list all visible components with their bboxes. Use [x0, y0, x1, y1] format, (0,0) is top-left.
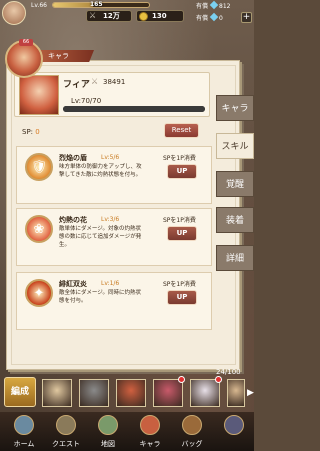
gem-icon: [209, 0, 219, 10]
player-level: Lv.66: [31, 2, 47, 9]
bag-icon: [182, 415, 202, 435]
gold-display: 130: [136, 10, 184, 22]
flower-skill-icon: ❀: [25, 215, 53, 243]
skill-name: 烈焔の盾: [59, 154, 87, 162]
paid-label: 有償: [196, 3, 209, 10]
skill-level: Lv:1/6: [101, 280, 120, 287]
notification-dot: [178, 376, 185, 383]
notification-dot: [215, 376, 222, 383]
stamina-value: 12万: [103, 12, 120, 20]
sp-display: SP: 0: [22, 128, 40, 136]
header-level-badge: 66: [19, 39, 33, 46]
reset-button[interactable]: Reset: [164, 123, 199, 138]
roster-character-thumb[interactable]: [42, 379, 72, 407]
gem-icon: [209, 12, 219, 22]
roster-character-thumb[interactable]: [190, 376, 222, 407]
skill-up-button[interactable]: UP: [167, 290, 197, 305]
nav-home[interactable]: ホーム: [4, 412, 44, 451]
skill-description: 敵全体にダメージ。同時に灼熱状態を付与。: [59, 290, 142, 304]
sp-value: 0: [35, 128, 40, 136]
paid-currency: 有償 812: [196, 0, 244, 12]
skill-cost: SPを1P消費: [163, 281, 196, 288]
nav-bag[interactable]: バッグ: [172, 412, 212, 451]
formation-button[interactable]: 編成: [4, 377, 36, 407]
character-card: フィア ⚔ 38491 Lv:70/70: [14, 72, 210, 117]
nav-label: キャラ: [139, 440, 161, 448]
flame-skill-icon: ✦: [25, 279, 53, 307]
level-bar: [63, 106, 205, 112]
skill-up-button[interactable]: UP: [167, 164, 197, 179]
coin-icon: [139, 12, 148, 21]
nav-label: ホーム: [13, 440, 35, 448]
header-name-ribbon: キャラ: [34, 50, 94, 62]
nav-label: クエスト: [52, 440, 80, 448]
swords-icon: ⚔: [89, 11, 97, 20]
player-avatar[interactable]: [2, 1, 26, 25]
skill-up-button[interactable]: UP: [167, 226, 197, 241]
character-level: Lv:70/70: [71, 97, 102, 105]
more-icon: [224, 415, 244, 435]
add-currency-button[interactable]: +: [241, 12, 252, 23]
tab-equip[interactable]: 装着: [216, 207, 254, 233]
skill-cost: SPを1P消費: [163, 217, 196, 224]
power-icon: ⚔: [91, 77, 99, 86]
quest-icon: [56, 415, 76, 435]
nav-label: 地図: [101, 440, 115, 448]
skill-level: Lv:3/6: [101, 216, 120, 223]
stamina-display: ⚔ 12万: [86, 10, 132, 22]
roster-character-thumb[interactable]: [227, 379, 245, 407]
sp-label: SP:: [22, 128, 34, 136]
nav-map[interactable]: 地図: [88, 412, 128, 451]
roster-character-thumb[interactable]: [79, 379, 109, 407]
tab-awaken[interactable]: 覚醒: [216, 171, 254, 197]
free-currency: 有償 0: [196, 12, 244, 24]
map-icon: [98, 415, 118, 435]
skill-description: 味方単体の防御力をアップし、攻撃してきた敵に灼熱状態を付与。: [59, 164, 142, 178]
level-bar-fill: [63, 106, 205, 112]
roster-count: 24/100: [216, 368, 241, 376]
tab-skill[interactable]: スキル: [216, 133, 254, 159]
exp-fill: [53, 3, 93, 7]
skill-card: ❀ 灼熱の花 Lv:3/6 敵単体にダメージ。対象の灼熱状態の数に応じて追加ダメ…: [16, 208, 212, 266]
roster-character-thumb[interactable]: [153, 376, 185, 407]
top-bar: Lv.66 165 ⚔ 12万 130 有償 812 有償 0 +: [0, 0, 254, 26]
skill-description: 敵単体にダメージ。対象の灼熱状態の数に応じて追加ダメージが発生。: [59, 226, 142, 248]
nav-label: バッグ: [181, 440, 203, 448]
bottom-nav: ホーム クエスト 地図 キャラ バッグ: [0, 412, 254, 451]
skill-card: 🛡 烈焔の盾 Lv:5/6 味方単体の防御力をアップし、攻撃してきた敵に灼熱状態…: [16, 146, 212, 204]
free-label: 有償: [196, 15, 209, 22]
nav-character[interactable]: キャラ: [130, 412, 170, 451]
skill-name: 灼熱の花: [59, 216, 87, 224]
nav-more[interactable]: [214, 412, 254, 451]
character-portrait: [19, 75, 59, 115]
skill-cost: SPを1P消費: [163, 155, 196, 162]
tab-details[interactable]: 詳細: [216, 245, 254, 271]
character-power: 38491: [103, 78, 126, 86]
gold-value: 130: [152, 12, 167, 20]
character-name: フィア: [63, 80, 90, 90]
tab-character[interactable]: キャラ: [216, 95, 254, 121]
roster-character-thumb[interactable]: [116, 379, 146, 407]
paid-value: 812: [219, 3, 231, 10]
free-value: 0: [219, 15, 223, 22]
skill-name: 緋紅双炎: [59, 280, 87, 288]
character-icon: [140, 415, 160, 435]
home-icon: [14, 415, 34, 435]
exp-value: 165: [90, 1, 103, 8]
shield-skill-icon: 🛡: [25, 153, 53, 181]
nav-quest[interactable]: クエスト: [46, 412, 86, 451]
skill-level: Lv:5/6: [101, 154, 120, 161]
skill-card: ✦ 緋紅双炎 Lv:1/6 敵全体にダメージ。同時に灼熱状態を付与。 SPを1P…: [16, 272, 212, 330]
scroll-right-icon[interactable]: ▶: [247, 388, 254, 398]
